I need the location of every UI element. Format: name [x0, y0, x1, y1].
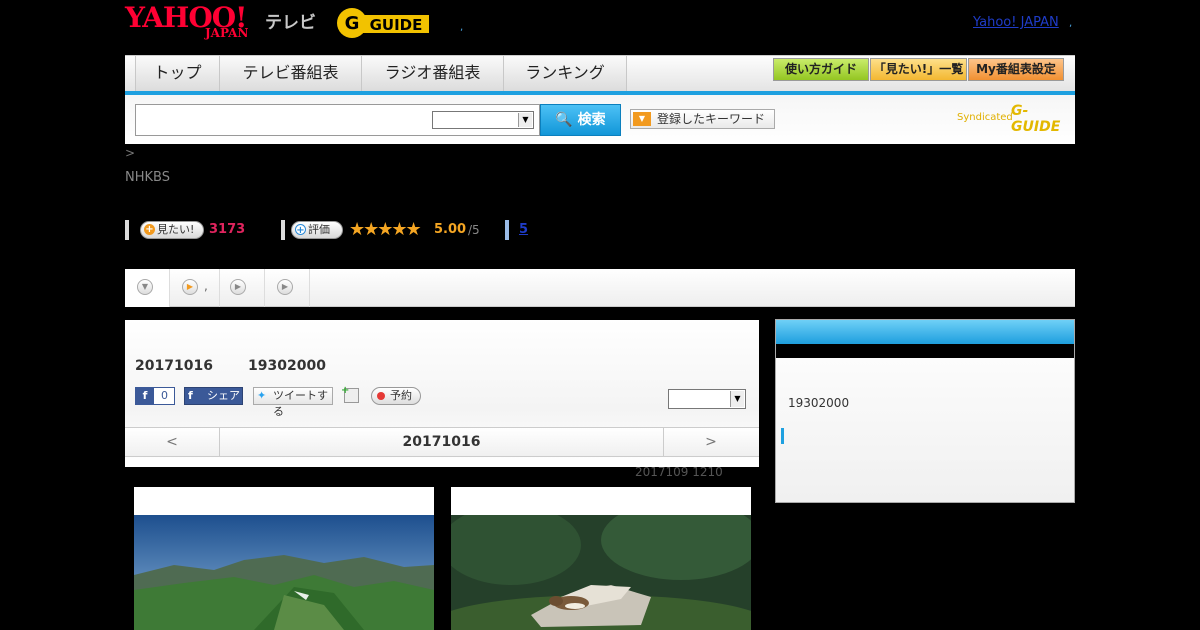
play-circle-icon: ▶ — [277, 279, 293, 295]
want-label: 見たい! — [157, 223, 195, 236]
rating-stars: ★★★★★ — [349, 219, 422, 240]
gguide-logo[interactable]: G GUIDE — [335, 6, 435, 40]
want-list-button[interactable]: 「見たい!」一覧 — [870, 58, 967, 81]
search-icon: 🔍 — [555, 112, 573, 128]
broadcast-time: 19302000 — [248, 358, 326, 374]
chevron-down-icon: ▼ — [730, 391, 744, 407]
header-trailing-separator: , — [1069, 18, 1073, 29]
stat-divider — [281, 220, 285, 240]
date-navigation: < 20171016 > — [125, 427, 759, 457]
subtab-3[interactable]: ▶ — [220, 269, 265, 307]
mountain-photo — [134, 515, 434, 630]
side-broadcast-time: 19302000 — [788, 396, 850, 410]
facebook-icon: f — [188, 389, 193, 402]
program-subtabs: ▼ ▶ , ▶ ▶ — [125, 269, 1075, 307]
facebook-like-button[interactable]: f 0 — [135, 387, 175, 405]
nav-tab-tv-schedule[interactable]: テレビ番組表 — [219, 56, 361, 91]
reserve-button[interactable]: 予約 — [371, 387, 421, 405]
rating-max: /5 — [468, 223, 480, 237]
program-stats: + 見たい! 3173 + 評価 ★★★★★ 5.00 /5 5 — [125, 219, 1075, 243]
my-schedule-settings-button[interactable]: My番組表設定 — [968, 58, 1064, 81]
rate-label: 評価 — [308, 223, 330, 236]
chevron-down-icon: ▼ — [518, 113, 532, 127]
broadcast-select[interactable]: ▼ — [668, 389, 746, 409]
search-category-select[interactable]: ▼ — [432, 111, 534, 129]
side-panel-header — [776, 320, 1074, 344]
plus-icon: + — [144, 224, 155, 235]
svg-text:GUIDE: GUIDE — [370, 16, 423, 34]
yahoo-japan-link[interactable]: Yahoo! JAPAN — [973, 15, 1059, 30]
breadcrumb[interactable]: > — [125, 146, 135, 160]
dropdown-circle-icon: ▼ — [137, 279, 153, 295]
tweet-label: ツイートする — [273, 389, 328, 418]
record-dot-icon — [377, 392, 385, 400]
search-area: ▼ 🔍 検索 ▼ 登録したキーワード Syndicated G-GUIDE — [125, 95, 1075, 144]
syndicated-gguide-logo: G-GUIDE — [1011, 103, 1061, 135]
rate-button[interactable]: + 評価 — [291, 221, 343, 239]
main-nav: トップ テレビ番組表 ラジオ番組表 ランキング 使い方ガイド 「見たい!」一覧 … — [125, 55, 1075, 91]
subtab-1[interactable]: ▼ — [125, 269, 170, 307]
side-panel-band — [776, 344, 1074, 358]
reviews-link[interactable]: 5 — [519, 222, 528, 237]
tv-label[interactable]: テレビ — [265, 8, 316, 33]
broadcast-date: 20171016 — [135, 358, 213, 374]
nav-tab-top[interactable]: トップ — [135, 56, 219, 91]
want-count: 3173 — [209, 222, 246, 237]
subtab-2[interactable]: ▶ , — [170, 269, 220, 307]
dropdown-arrow-icon: ▼ — [633, 112, 651, 126]
search-button[interactable]: 🔍 検索 — [540, 104, 621, 136]
tweet-button[interactable]: ✦ ツイートする — [253, 387, 333, 418]
plus-icon: + — [341, 385, 350, 396]
program-image-card[interactable] — [451, 487, 751, 630]
header-separator: , — [460, 22, 464, 33]
side-accent-marker — [781, 428, 784, 444]
current-date: 20171016 — [402, 434, 481, 450]
plus-icon: + — [295, 224, 306, 236]
want-button[interactable]: + 見たい! — [140, 221, 204, 239]
subtab-4[interactable]: ▶ — [265, 269, 310, 307]
registered-keywords-label: 登録したキーワード — [657, 112, 766, 126]
site-header: YAHOO! JAPAN テレビ G GUIDE , Yahoo! JAPAN … — [125, 0, 1075, 52]
twitter-bird-icon: ✦ — [257, 389, 267, 402]
play-circle-icon: ▶ — [230, 279, 246, 295]
subtab-2-label: , — [204, 279, 208, 293]
facebook-share-label: シェア — [207, 389, 240, 402]
facebook-icon: f — [136, 388, 154, 404]
yahoo-japan-logo-sub: JAPAN — [205, 26, 249, 40]
nav-tab-radio-schedule[interactable]: ラジオ番組表 — [361, 56, 503, 91]
stat-divider — [125, 220, 129, 240]
broadcast-panel: 20171016 19302000 f 0 f シェア ✦ ツイートする + 予… — [125, 320, 759, 467]
svg-text:G: G — [345, 13, 360, 34]
program-image-card[interactable] — [134, 487, 434, 630]
syndicated-label: Syndicated — [957, 112, 1013, 123]
channel-name: NHKBS — [125, 170, 170, 185]
next-date-button[interactable]: > — [663, 428, 758, 456]
registered-keywords-button[interactable]: ▼ 登録したキーワード — [630, 109, 775, 129]
facebook-like-count: 0 — [161, 389, 168, 402]
usage-guide-button[interactable]: 使い方ガイド — [773, 58, 869, 81]
add-calendar-icon[interactable]: + — [341, 385, 359, 403]
play-circle-icon: ▶ — [182, 279, 198, 295]
facebook-share-button[interactable]: f シェア — [184, 387, 243, 405]
search-button-label: 検索 — [577, 112, 606, 128]
updated-timestamp: 2017109 1210 — [635, 465, 723, 479]
rating-score: 5.00 — [434, 222, 467, 237]
nav-tab-ranking[interactable]: ランキング — [503, 56, 627, 91]
stat-divider — [505, 220, 509, 240]
stoat-photo — [451, 515, 751, 630]
prev-date-button[interactable]: < — [125, 428, 220, 456]
side-panel: 19302000 — [775, 319, 1075, 503]
reserve-label: 予約 — [390, 389, 412, 402]
